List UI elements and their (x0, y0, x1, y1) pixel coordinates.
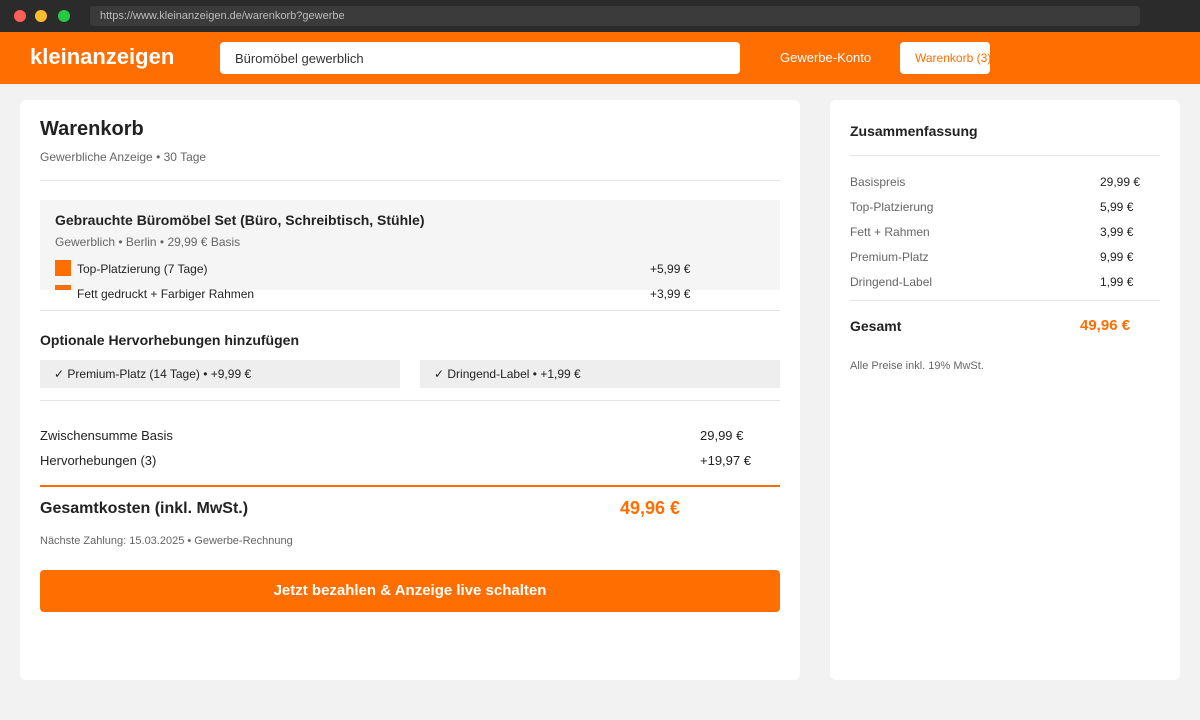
vat-note: Alle Preise inkl. 19% MwSt. (850, 360, 984, 372)
address-bar[interactable]: https://www.kleinanzeigen.de/warenkorb?g… (90, 6, 1140, 26)
total-separator (40, 485, 780, 487)
summary-line-label: Dringend-Label (850, 275, 933, 289)
summary-line-label: Fett + Rahmen (850, 225, 930, 239)
summary-panel: Zusammenfassung Basispreis 29,99 € Top-P… (830, 100, 1180, 680)
premium-option[interactable]: ✓ Premium-Platz (14 Tage) • +9,99 € (40, 360, 400, 388)
summary-line-value: 1,99 € (1100, 275, 1134, 289)
item-title[interactable]: Gebrauchte Büromöbel Set (Büro, Schreibt… (55, 212, 425, 228)
browser-chrome: https://www.kleinanzeigen.de/warenkorb?g… (0, 0, 1200, 32)
summary-line-label: Top-Platzierung (850, 200, 934, 214)
urgent-option[interactable]: ✓ Dringend-Label • +1,99 € (420, 360, 780, 388)
addon-label: Fett gedruckt + Farbiger Rahmen (77, 287, 255, 301)
cart-panel: Warenkorb Gewerbliche Anzeige • 30 Tage … (20, 100, 800, 680)
business-account-link[interactable]: Gewerbe-Konto (780, 50, 871, 66)
divider (850, 300, 1160, 301)
subtotal-value: 29,99 € (700, 428, 744, 443)
window-close-button[interactable] (14, 10, 26, 22)
summary-total-label: Gesamt (850, 318, 902, 334)
summary-line-label: Basispreis (850, 175, 906, 189)
pay-button[interactable]: Jetzt bezahlen & Anzeige live schalten (40, 570, 780, 612)
page-title: Warenkorb (40, 118, 144, 140)
page-subtitle: Gewerbliche Anzeige • 30 Tage (40, 150, 207, 164)
search-input[interactable] (220, 42, 740, 74)
site-header: kleinanzeigen Gewerbe-Konto Warenkorb (3… (0, 32, 1200, 84)
site-logo[interactable]: kleinanzeigen (30, 44, 174, 70)
summary-line-label: Premium-Platz (850, 250, 929, 264)
total-label: Gesamtkosten (inkl. MwSt.) (40, 500, 249, 517)
extras-value: +19,97 € (700, 453, 751, 468)
divider (40, 180, 780, 181)
extras-label: Hervorhebungen (3) (40, 453, 157, 468)
item-meta: Gewerblich • Berlin • 29,99 € Basis (55, 235, 241, 249)
summary-total-value: 49,96 € (1080, 317, 1131, 334)
subtotal-label: Zwischensumme Basis (40, 428, 173, 443)
summary-title: Zusammenfassung (850, 123, 978, 139)
divider (40, 310, 780, 311)
summary-line-value: 3,99 € (1100, 225, 1134, 239)
window-minimize-button[interactable] (35, 10, 47, 22)
summary-line-value: 29,99 € (1100, 175, 1141, 189)
divider (40, 400, 780, 401)
next-payment-note: Nächste Zahlung: 15.03.2025 • Gewerbe-Re… (40, 535, 293, 547)
optional-heading: Optionale Hervorhebungen hinzufügen (40, 332, 299, 348)
addon-label: Top-Platzierung (7 Tage) (77, 262, 208, 276)
divider (850, 155, 1160, 156)
cart-item: Gebrauchte Büromöbel Set (Büro, Schreibt… (40, 200, 780, 301)
summary-line-value: 9,99 € (1100, 250, 1134, 264)
addon-price: +5,99 € (650, 262, 691, 276)
summary-line-value: 5,99 € (1100, 200, 1134, 214)
addon-price: +3,99 € (650, 287, 691, 301)
addon-checkbox[interactable] (55, 285, 71, 290)
cart-button[interactable]: Warenkorb (3) (900, 42, 990, 74)
window-maximize-button[interactable] (58, 10, 70, 22)
total-value: 49,96 € (620, 498, 681, 518)
addon-checkbox[interactable] (55, 260, 71, 276)
